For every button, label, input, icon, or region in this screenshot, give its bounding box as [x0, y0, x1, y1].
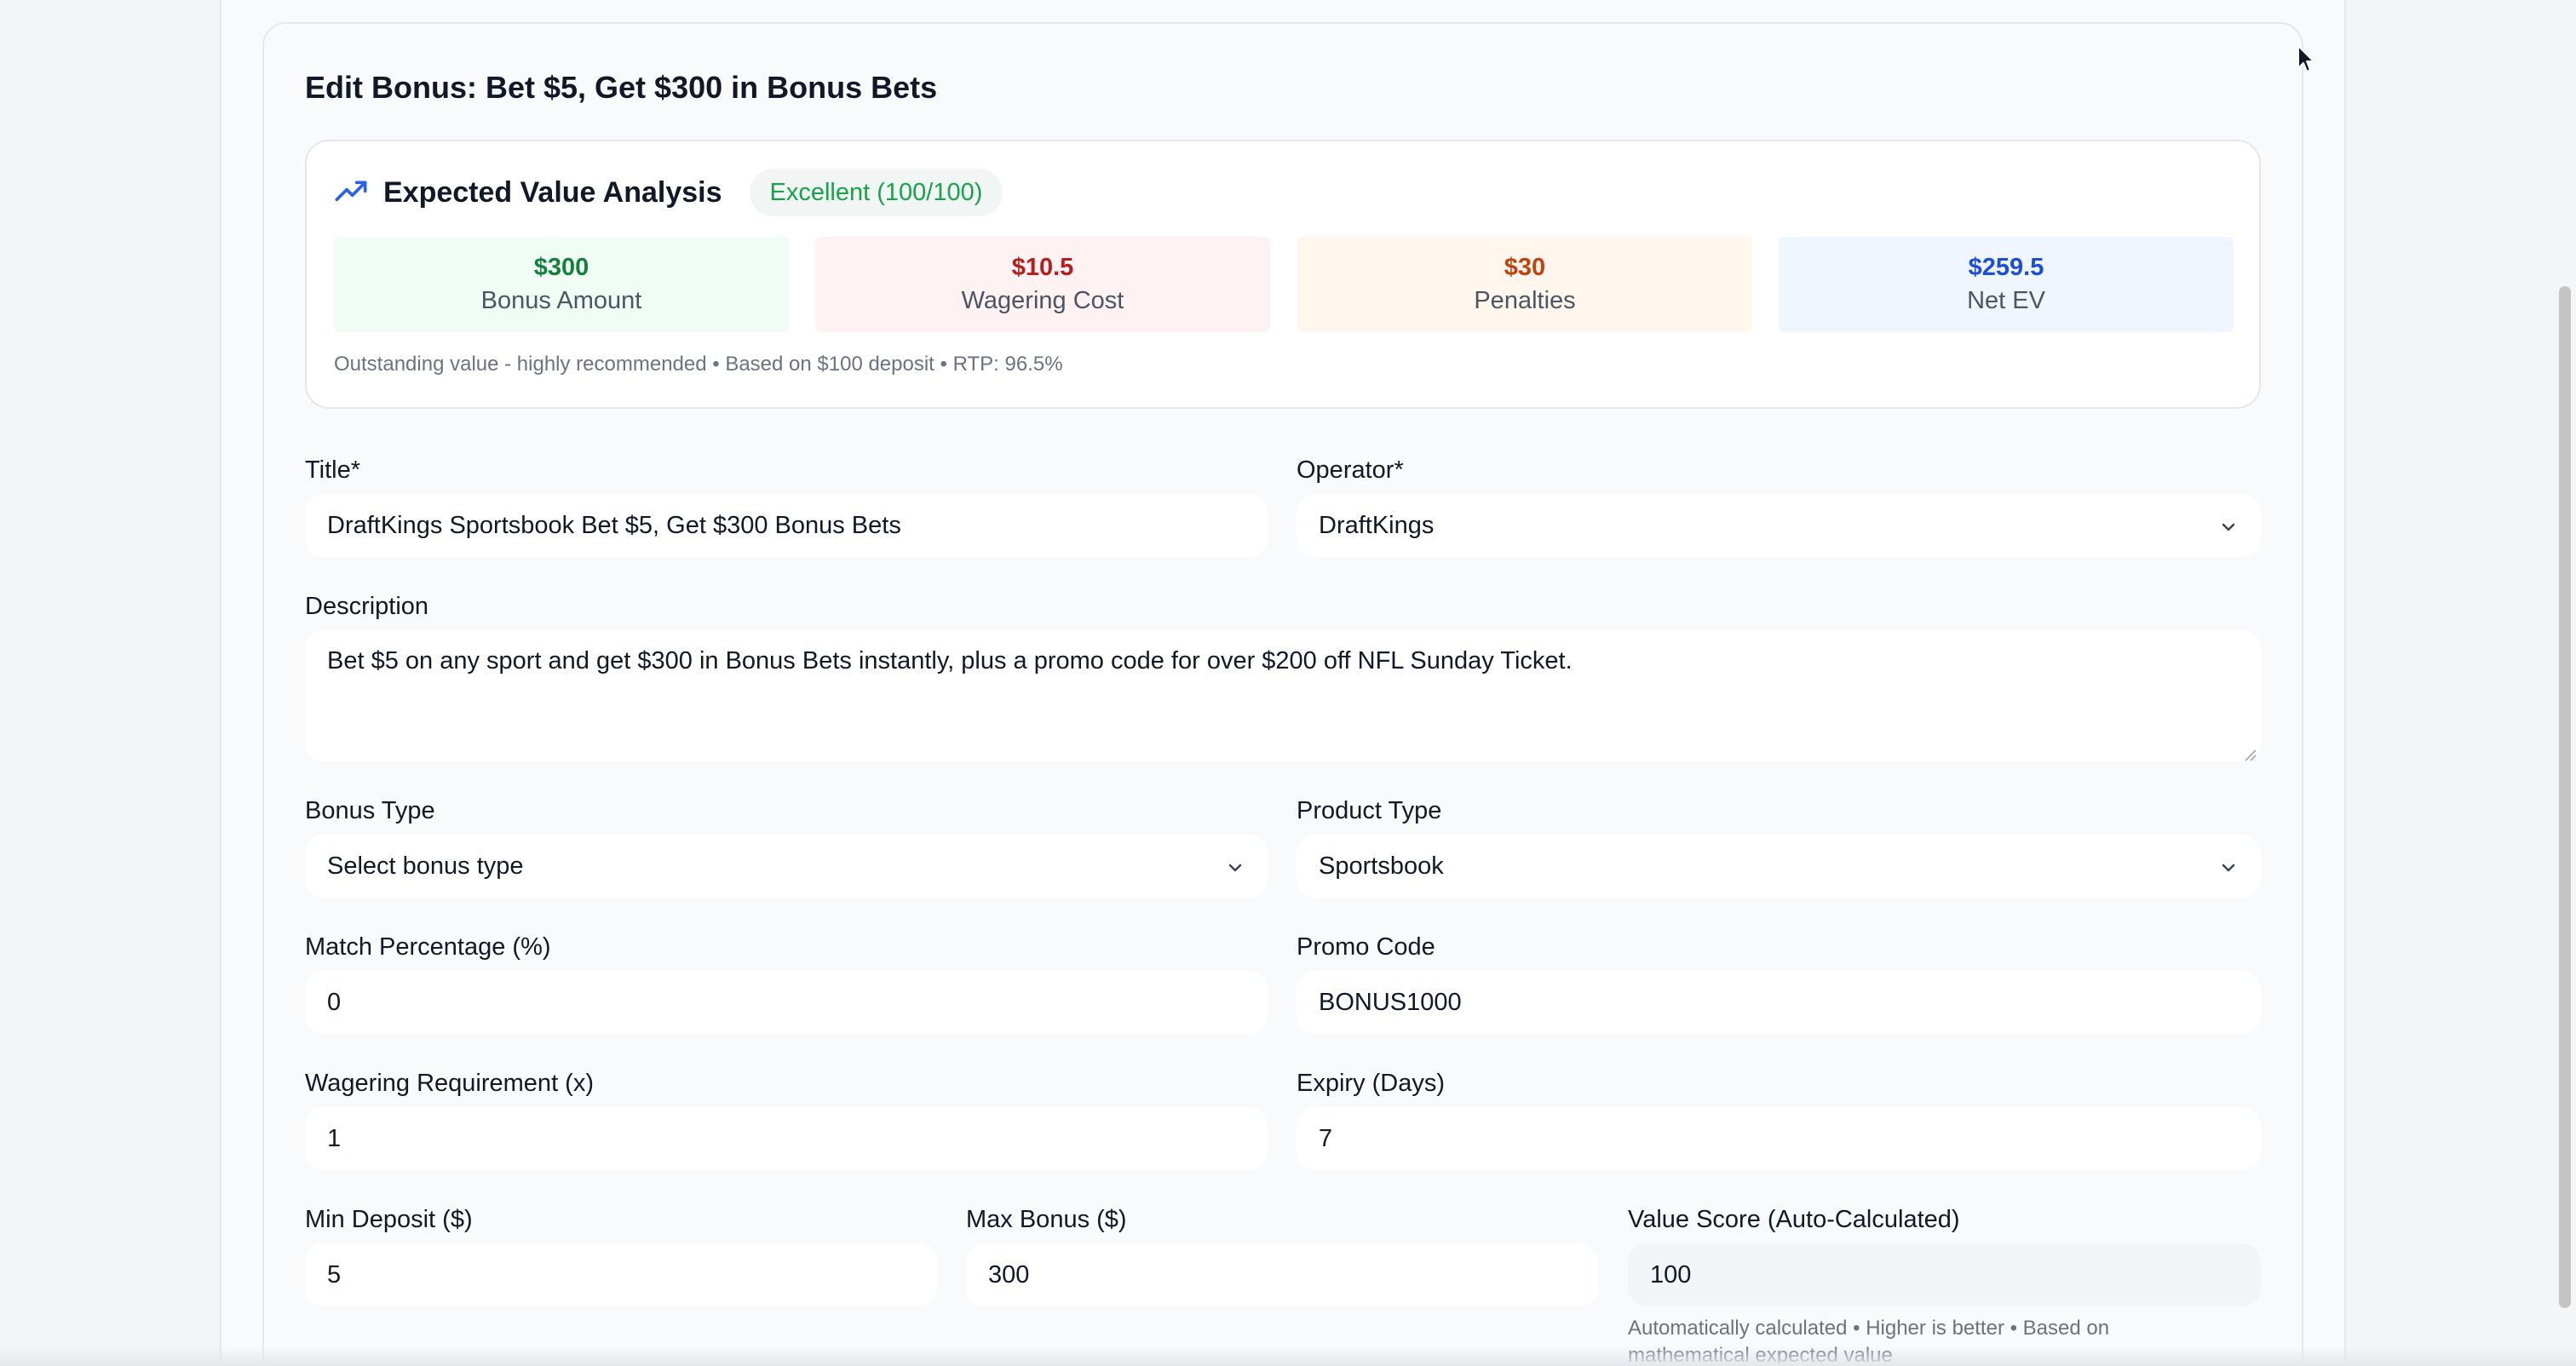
trending-up-icon — [334, 175, 368, 209]
metric-label: Net EV — [1967, 287, 2045, 314]
bonus-type-label: Bonus Type — [305, 797, 435, 824]
metric-label: Bonus Amount — [480, 287, 642, 314]
description-label: Description — [305, 593, 429, 620]
match-percentage-label: Match Percentage (%) — [305, 933, 551, 961]
min-deposit-label: Min Deposit ($) — [305, 1206, 473, 1233]
metric-penalties: $30 Penalties — [1297, 237, 1752, 332]
promo-code-input[interactable]: BONUS1000 — [1297, 971, 2261, 1034]
mouse-cursor-icon — [2297, 45, 2314, 72]
metric-label: Penalties — [1474, 287, 1576, 314]
ev-title: Expected Value Analysis — [383, 175, 722, 209]
operator-select[interactable]: DraftKings — [1297, 494, 2261, 557]
metric-value: $10.5 — [1011, 254, 1074, 281]
product-type-label: Product Type — [1297, 797, 1442, 824]
ev-summary-note: Outstanding value - highly recommended •… — [334, 353, 1063, 376]
metric-label: Wagering Cost — [961, 287, 1124, 314]
expiry-label: Expiry (Days) — [1297, 1070, 1446, 1097]
bonus-type-selected-value: Select bonus type — [327, 852, 524, 880]
ev-header: Expected Value Analysis Excellent (100/1… — [334, 167, 1003, 218]
wagering-label: Wagering Requirement (x) — [305, 1070, 594, 1097]
operator-label: Operator* — [1297, 456, 1404, 484]
value-score-input: 100 — [1628, 1243, 2261, 1306]
title-input[interactable]: DraftKings Sportsbook Bet $5, Get $300 B… — [305, 494, 1268, 557]
metric-value: $259.5 — [1968, 254, 2044, 281]
description-textarea[interactable]: Bet $5 on any sport and get $300 in Bonu… — [305, 630, 2261, 761]
bonus-type-select[interactable]: Select bonus type — [305, 835, 1268, 898]
operator-selected-value: DraftKings — [1319, 511, 1435, 539]
chevron-down-icon — [2218, 516, 2239, 537]
match-percentage-input[interactable]: 0 — [305, 971, 1268, 1034]
chevron-down-icon — [1225, 857, 1245, 877]
product-type-selected-value: Sportsbook — [1319, 852, 1444, 880]
max-bonus-input[interactable]: 300 — [966, 1243, 1598, 1306]
min-deposit-input[interactable]: 5 — [305, 1243, 937, 1306]
page-title: Edit Bonus: Bet $5, Get $300 in Bonus Be… — [305, 70, 938, 105]
page-scrollbar[interactable] — [2559, 286, 2571, 1308]
description-text: Bet $5 on any sport and get $300 in Bonu… — [327, 647, 1573, 674]
metric-wagering-cost: $10.5 Wagering Cost — [815, 237, 1270, 332]
value-score-label: Value Score (Auto-Calculated) — [1628, 1206, 1960, 1233]
resize-handle-icon[interactable] — [2240, 741, 2257, 761]
max-bonus-label: Max Bonus ($) — [966, 1206, 1127, 1233]
expiry-input[interactable]: 7 — [1297, 1107, 2261, 1170]
ev-score-badge: Excellent (100/100) — [749, 169, 1003, 216]
metric-value: $30 — [1504, 254, 1546, 281]
product-type-select[interactable]: Sportsbook — [1297, 835, 2261, 898]
chevron-down-icon — [2218, 857, 2239, 877]
bottom-shade — [0, 1346, 2576, 1366]
title-label: Title* — [305, 456, 360, 484]
metric-value: $300 — [533, 254, 589, 281]
metric-net-ev: $259.5 Net EV — [1779, 237, 2234, 332]
promo-code-label: Promo Code — [1297, 933, 1435, 961]
wagering-input[interactable]: 1 — [305, 1107, 1268, 1170]
metric-bonus-amount: $300 Bonus Amount — [334, 237, 789, 332]
